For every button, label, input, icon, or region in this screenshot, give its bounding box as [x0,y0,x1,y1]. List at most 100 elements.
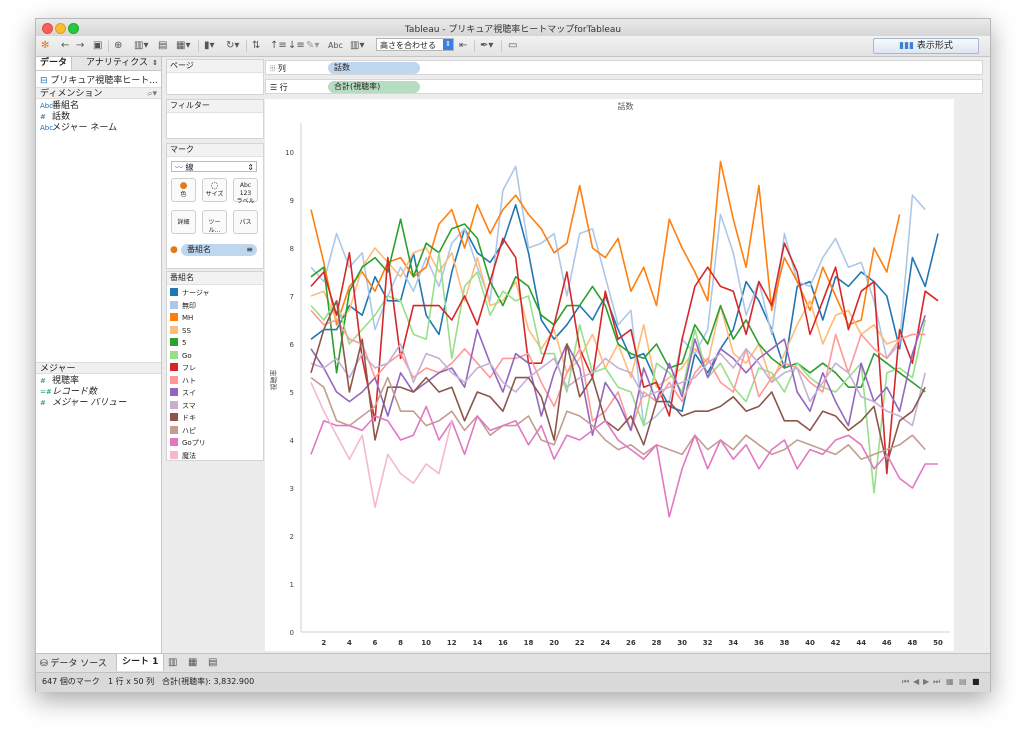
tooltip-button-label: ツール... [208,219,221,234]
tooltip-button[interactable]: ツール... [202,210,227,234]
tableau-logo-icon[interactable]: ✻ [41,40,49,52]
legend-item[interactable]: 無印 [170,300,196,312]
previous-icon[interactable]: ◀ [913,673,919,691]
measure-field[interactable]: =#レコード数 [40,387,97,398]
columns-pill[interactable]: 話数 [328,62,420,74]
legend-item[interactable]: スイ [170,388,196,399]
label-button[interactable]: Abc 123 ラベル [233,178,258,205]
detail-button[interactable]: 詳細 [171,210,196,234]
datasource-tab[interactable]: ⛁ データ ソース [40,656,107,669]
legend-label: スイ [182,389,196,397]
rows-shelf[interactable]: ☰ 行 合計(視聴率) [265,79,983,94]
pause-updates-icon[interactable]: ▮▾ [204,40,215,52]
color-field-pill[interactable]: 番組名 ≡ [181,244,257,256]
toolbar-divider [474,40,475,52]
legend-swatch [170,400,178,409]
legend-title: 番組名 [167,272,263,285]
new-datasource-icon[interactable]: ⊕ [114,40,122,52]
fix-axes-icon[interactable]: ▥▾ [350,40,364,52]
pane-menu-icon[interactable]: ⇕ [152,59,158,67]
duplicate-sheet-icon[interactable]: ▤ [158,40,167,52]
legend-label: Go [182,351,192,360]
legend-item[interactable]: ハピ [170,425,196,437]
rows-label-text: 行 [279,83,288,92]
back-icon[interactable]: ← [61,40,69,52]
dimension-field[interactable]: Abcメジャー ネーム [40,123,117,134]
pen-icon[interactable]: ✒▾ [480,40,493,52]
legend-item[interactable]: 5 [170,338,186,349]
mark-type-value: 線 [185,163,194,172]
list-view-icon[interactable]: ▤ [959,673,967,691]
path-button-label: パス [239,219,252,226]
sort-ascending-icon[interactable]: ↑≡ [270,40,287,52]
show-labels-button[interactable]: Abc [328,40,343,52]
new-dashboard-tab-icon[interactable]: ▦ [188,657,197,668]
database-icon: ⛁ [40,659,51,669]
first-page-icon[interactable]: ⏮ [902,673,909,691]
measure-field[interactable]: # メジャー バリュー [40,398,126,409]
legend-item[interactable]: フレ [170,363,196,374]
measure-label: 視聴率 [52,376,80,386]
legend-item[interactable]: ハト [170,375,196,387]
dimension-field[interactable]: # 話数 [40,112,70,123]
fix-view-icon[interactable]: ⇤ [459,40,467,52]
rows-pill[interactable]: 合計(視聴率) [328,81,420,93]
legend-swatch [170,363,178,371]
x-tick-label: 2 [321,639,326,647]
series-line [310,314,926,436]
fit-dropdown[interactable]: 高さを合わせる ⇕ [376,38,454,51]
tab-analytics[interactable]: アナリティクス [82,57,152,70]
sort-descending-icon[interactable]: ↓≡ [288,40,305,52]
legend-swatch [170,425,178,434]
x-tick-label: 30 [677,639,687,647]
next-icon[interactable]: ▶ [923,673,929,691]
path-button[interactable]: パス [233,210,258,234]
grid-view-icon[interactable]: ▦ [946,673,954,691]
legend-item[interactable]: Go [170,350,192,362]
x-tick-label: 48 [908,639,918,647]
datasource-label: プリキュア視聴率ヒート... [50,76,158,86]
mark-type-dropdown[interactable]: 〰 線 ⇕ [171,161,257,172]
measure-field[interactable]: # 視聴率 [40,376,79,387]
new-story-tab-icon[interactable]: ▤ [208,657,217,668]
x-tick-label: 20 [549,639,559,647]
x-tick-label: 44 [856,639,866,647]
legend-item[interactable]: MH [170,313,193,324]
highlight-icon[interactable]: ✎▾ [306,40,319,52]
legend-item[interactable]: 魔法 [170,450,196,462]
x-tick-label: 36 [754,639,764,647]
legend-item[interactable]: SS [170,325,191,337]
size-button[interactable]: ◌ サイズ [202,178,227,202]
legend-item[interactable]: ドキ [170,413,196,424]
swap-axes-icon[interactable]: ⇅ [252,40,260,52]
search-icon[interactable]: ⌕▾ [147,88,157,100]
columns-shelf[interactable]: ⦙⦙⦙ 列 話数 [265,60,983,75]
refresh-icon[interactable]: ↻▾ [226,40,239,52]
datasource-item[interactable]: ⊟ プリキュア視聴率ヒート... [40,73,158,86]
tab-data[interactable]: データ [36,57,73,70]
new-worksheet-icon[interactable]: ▥▾ [134,40,148,52]
legend-swatch [170,288,178,296]
last-page-icon[interactable]: ⏭ [933,673,940,691]
legend-item[interactable]: Goプリ [170,438,206,449]
rows-icon: ☰ [270,83,280,92]
x-tick-label: 6 [373,639,378,647]
sheet-tab-1[interactable]: シート 1 [116,654,165,671]
filters-card[interactable]: フィルター [166,99,264,139]
x-tick-label: 16 [498,639,508,647]
save-icon[interactable]: ▣ [93,40,102,52]
marks-count: 647 個のマーク [42,677,100,686]
color-pill-label: 番組名 [187,245,211,254]
dimension-field[interactable]: Abc番組名 [40,101,79,112]
forward-icon[interactable]: → [76,40,84,52]
full-view-icon[interactable]: ■ [972,673,980,691]
show-me-button[interactable]: ▮▮▮ 表示形式 [873,38,979,54]
presentation-icon[interactable]: ▭ [508,40,517,52]
new-worksheet-tab-icon[interactable]: ▥ [168,657,177,668]
dimensions-title: ディメンション [40,89,103,99]
legend-item[interactable]: ナージャ [170,288,210,299]
clear-sheet-icon[interactable]: ▦▾ [176,40,190,52]
legend-item[interactable]: スマ [170,400,196,412]
color-button[interactable]: ● 色 [171,178,196,202]
pages-card[interactable]: ページ [166,59,264,95]
